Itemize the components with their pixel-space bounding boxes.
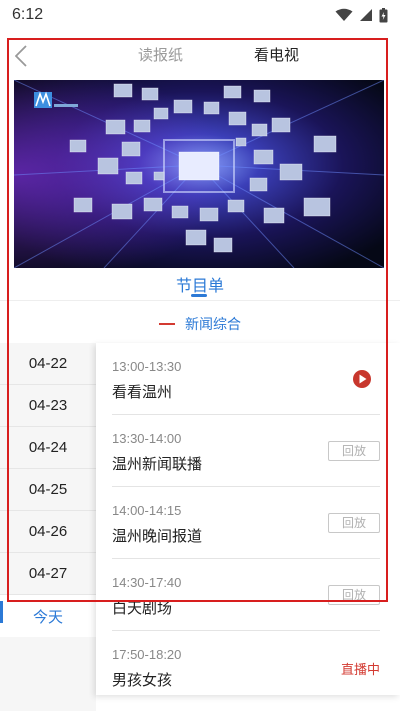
chevron-left-icon — [15, 45, 27, 67]
date-item[interactable]: 04-25 — [0, 469, 96, 511]
program-name: 温州新闻联播 — [112, 455, 203, 473]
status-time: 6:12 — [12, 6, 44, 23]
status-bar: 6:12 — [0, 0, 400, 30]
program-name: 温州晚间报道 — [112, 527, 203, 545]
schedule-title-underline — [191, 294, 207, 297]
replay-button[interactable]: 回放 — [328, 441, 380, 461]
signal-icon — [359, 8, 373, 22]
channel-selector[interactable]: 新闻综合 — [0, 310, 400, 338]
date-item-today[interactable]: 今天 — [0, 595, 96, 637]
header-bar: 读报纸 看电视 — [0, 30, 400, 78]
program-name: 看看温州 — [112, 383, 173, 401]
program-time: 13:00-13:30 — [112, 359, 182, 374]
channel-dash-icon — [159, 323, 175, 325]
channel-label: 新闻综合 — [185, 317, 241, 333]
replay-button[interactable]: 回放 — [328, 585, 380, 605]
date-item[interactable]: 04-26 — [0, 511, 96, 553]
video-player[interactable] — [14, 80, 384, 268]
date-item[interactable]: 04-24 — [0, 427, 96, 469]
program-item[interactable]: 14:00-14:15 温州晚间报道 回放 — [112, 487, 380, 559]
program-item[interactable]: 13:30-14:00 温州新闻联播 回放 — [112, 415, 380, 487]
program-time: 17:50-18:20 — [112, 647, 182, 662]
battery-icon — [379, 7, 388, 23]
tab-newspaper[interactable]: 读报纸 — [138, 44, 183, 65]
back-button[interactable] — [10, 44, 32, 68]
date-sidebar: 04-22 04-23 04-24 04-25 04-26 04-27 今天 — [0, 343, 96, 711]
program-item[interactable]: 17:50-18:20 男孩女孩 直播中 — [112, 631, 380, 695]
program-time: 14:00-14:15 — [112, 503, 182, 518]
status-icons — [335, 7, 388, 23]
video-frame — [14, 80, 384, 268]
replay-button[interactable]: 回放 — [328, 513, 380, 533]
tab-tv[interactable]: 看电视 — [254, 44, 299, 65]
program-item[interactable]: 13:00-13:30 看看温州 — [112, 343, 380, 415]
program-name: 男孩女孩 — [112, 671, 173, 689]
divider — [0, 300, 400, 301]
program-item[interactable]: 14:30-17:40 白天剧场 回放 — [112, 559, 380, 631]
date-item[interactable]: 04-23 — [0, 385, 96, 427]
program-name: 白天剧场 — [112, 599, 173, 617]
program-list: 13:00-13:30 看看温州 13:30-14:00 温州新闻联播 回放 1… — [96, 343, 400, 695]
live-badge[interactable]: 直播中 — [341, 659, 380, 678]
wifi-icon — [335, 8, 353, 22]
date-item[interactable]: 04-22 — [0, 343, 96, 385]
play-circle-icon[interactable] — [352, 369, 372, 389]
program-time: 14:30-17:40 — [112, 575, 182, 590]
date-item[interactable]: 04-27 — [0, 553, 96, 595]
date-active-indicator — [0, 601, 3, 623]
program-time: 13:30-14:00 — [112, 431, 182, 446]
